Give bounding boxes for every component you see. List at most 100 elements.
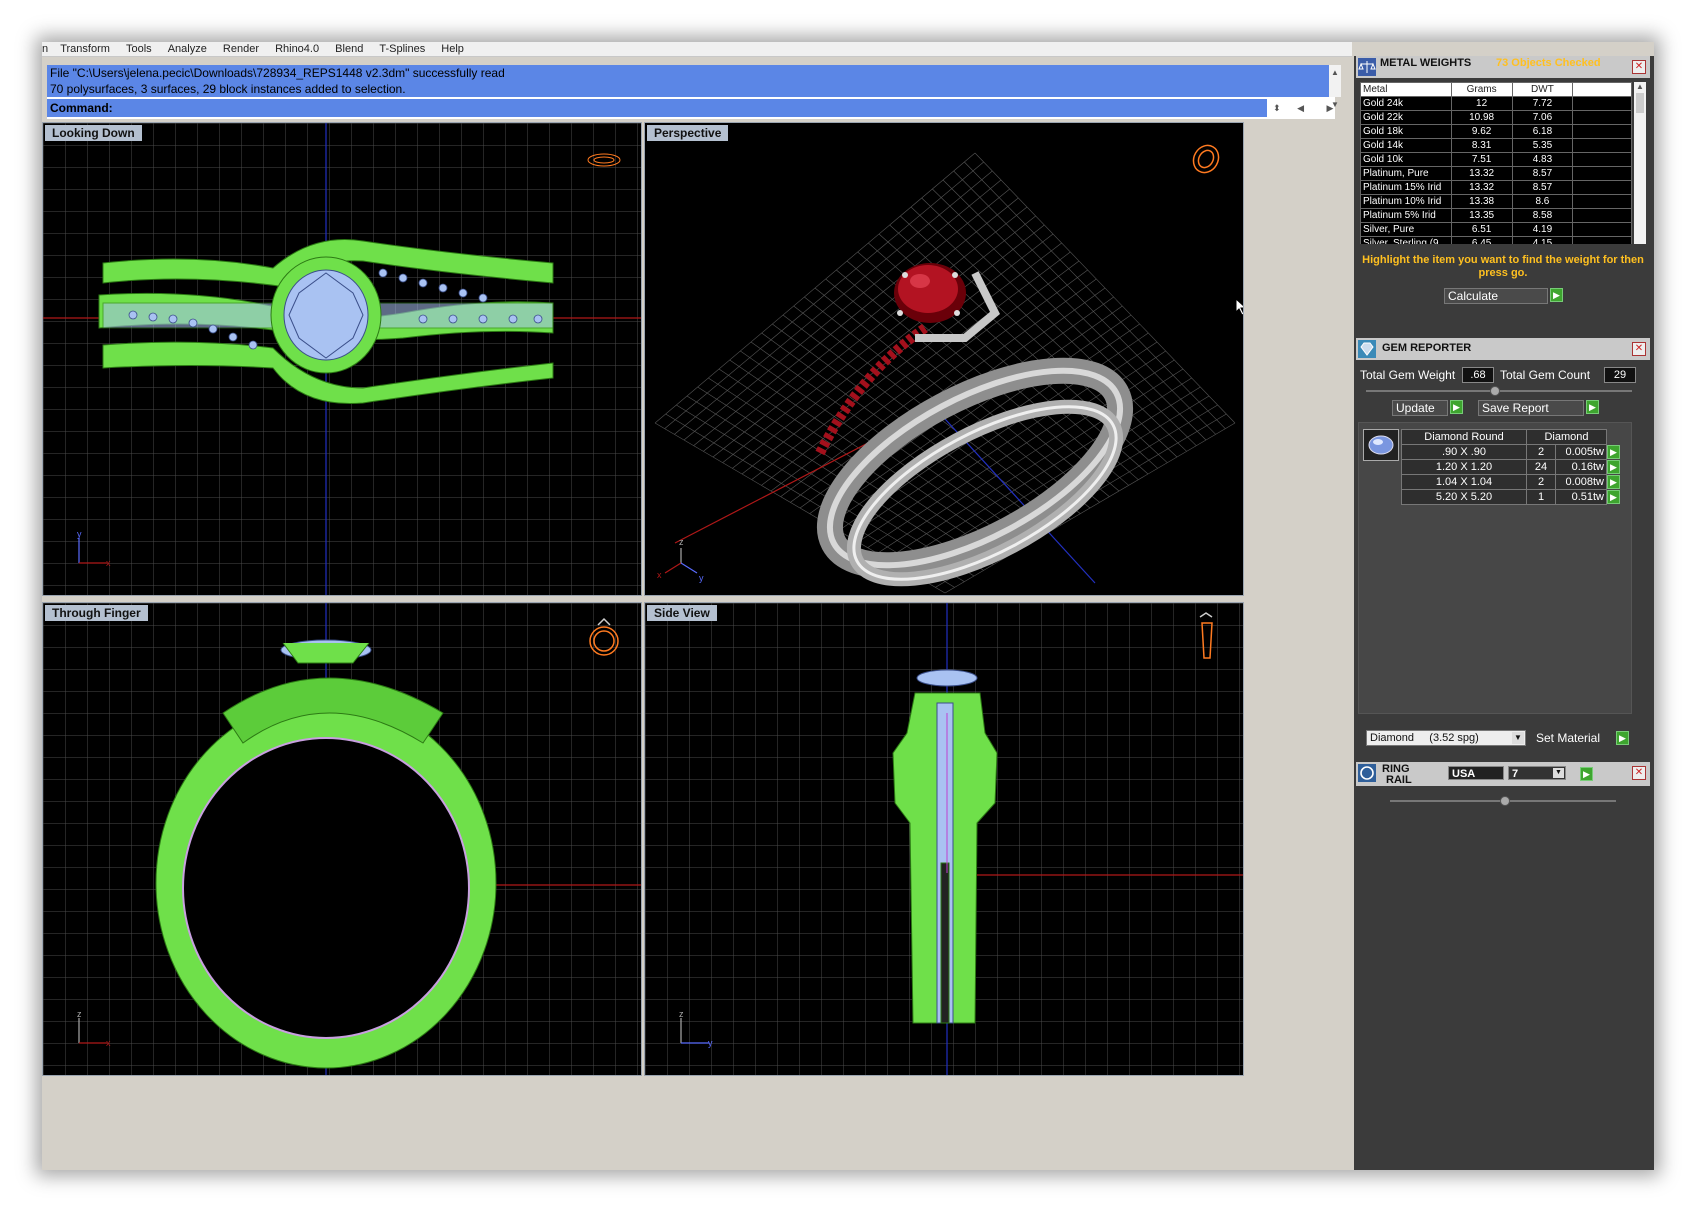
- viewport-through-finger[interactable]: z x Through Finger: [42, 602, 642, 1076]
- axis-y-label: y: [699, 573, 704, 583]
- metal-dwt: 7.06: [1511, 110, 1574, 125]
- metal-name: Platinum 5% Irid: [1360, 208, 1452, 223]
- material-select-value: Diamond (3.52 spg): [1370, 732, 1479, 744]
- metal-row[interactable]: Gold 24k 12 7.72: [1360, 96, 1632, 111]
- command-prompt: Command:: [50, 101, 113, 115]
- viewport-title-side-view[interactable]: Side View: [647, 605, 717, 621]
- metal-weights-table: Metal Grams DWT Gold 24k 12 7.72 Gold 22k 10…: [1360, 82, 1632, 244]
- chevron-down-icon[interactable]: ▼: [1512, 732, 1524, 744]
- close-icon[interactable]: ✕: [1632, 766, 1646, 780]
- gem-row[interactable]: 1.20 X 1.20 24 0.16tw ▶: [1401, 459, 1621, 475]
- play-icon: ▶: [1580, 767, 1593, 781]
- metal-grams: 13.32: [1450, 166, 1513, 181]
- history-scrollbar[interactable]: ▲ ▼: [1329, 65, 1341, 109]
- update-button[interactable]: Update: [1392, 400, 1448, 416]
- metal-row[interactable]: Gold 10k 7.51 4.83: [1360, 152, 1632, 167]
- viewport-title-through-finger[interactable]: Through Finger: [45, 605, 148, 621]
- total-gem-count-value: 29: [1604, 367, 1636, 383]
- play-icon: ▶: [1586, 400, 1599, 414]
- metal-row[interactable]: Platinum 15% Irid 13.32 8.57: [1360, 180, 1632, 195]
- gem-weight: 0.008tw: [1555, 474, 1607, 490]
- ring-rail-header: RING RAIL USA 7 ▼ ▶ ✕: [1356, 762, 1650, 786]
- viewport-perspective[interactable]: z x y Perspective: [644, 122, 1244, 596]
- metal-dwt: 8.58: [1511, 208, 1574, 223]
- menu-transform[interactable]: Transform: [60, 42, 110, 56]
- arrow-left-icon[interactable]: ◀: [1297, 103, 1304, 113]
- set-material-go-button[interactable]: ▶: [1616, 731, 1629, 745]
- gem-count: 2: [1526, 444, 1556, 460]
- spin-icon[interactable]: ⬍: [1273, 103, 1281, 113]
- set-material-label[interactable]: Set Material: [1536, 731, 1600, 745]
- viewport-perspective-canvas: z x y: [645, 123, 1243, 595]
- metal-row[interactable]: Platinum 10% Irid 13.38 8.6: [1360, 194, 1632, 209]
- play-icon: ▶: [1607, 490, 1620, 504]
- gem-row-go-button[interactable]: ▶: [1607, 445, 1621, 460]
- update-go-button[interactable]: ▶: [1450, 400, 1463, 414]
- menu-bar: n Transform Tools Analyze Render Rhino4.…: [42, 42, 1352, 57]
- objects-checked-status: 73 Objects Checked: [1496, 57, 1601, 69]
- menu-tsplines[interactable]: T-Splines: [379, 42, 425, 56]
- gem-row[interactable]: 1.04 X 1.04 2 0.008tw ▶: [1401, 474, 1621, 490]
- metal-name: Silver, Pure: [1360, 222, 1452, 237]
- gem-size: .90 X .90: [1401, 444, 1527, 460]
- metal-grams: 6.51: [1450, 222, 1513, 237]
- menu-tools[interactable]: Tools: [126, 42, 152, 56]
- history-line-1: File "C:\Users\jelena.pecic\Downloads\72…: [50, 66, 505, 80]
- gem-list-area: Diamond Round Diamond .90 X .90 2 0.005tw ▶…: [1358, 422, 1632, 714]
- gem-row-go-button[interactable]: ▶: [1607, 490, 1621, 505]
- col-dwt: DWT: [1511, 82, 1574, 97]
- metal-row[interactable]: Gold 22k 10.98 7.06: [1360, 110, 1632, 125]
- gem-row[interactable]: .90 X .90 2 0.005tw ▶: [1401, 444, 1621, 460]
- metal-row[interactable]: Gold 18k 9.62 6.18: [1360, 124, 1632, 139]
- material-select[interactable]: Diamond (3.52 spg) ▼: [1366, 730, 1526, 746]
- menu-render[interactable]: Render: [223, 42, 259, 56]
- gem-row[interactable]: 5.20 X 5.20 1 0.51tw ▶: [1401, 489, 1621, 505]
- metal-row[interactable]: Platinum, Pure 13.32 8.57: [1360, 166, 1632, 181]
- gem-row-go-button[interactable]: ▶: [1607, 460, 1621, 475]
- gem-icon: [1358, 340, 1376, 358]
- col-metal: Metal: [1360, 82, 1452, 97]
- ring-size-select[interactable]: 7 ▼: [1508, 766, 1566, 780]
- viewport-looking-down[interactable]: y x Looking Down: [42, 122, 642, 596]
- menu-analyze[interactable]: Analyze: [168, 42, 207, 56]
- metal-table-scrollbar[interactable]: ▲: [1634, 82, 1646, 244]
- gem-row-go-button[interactable]: ▶: [1607, 475, 1621, 490]
- total-gem-count-label: Total Gem Count: [1500, 368, 1591, 382]
- ring-rail-go-button[interactable]: ▶: [1580, 767, 1593, 781]
- save-report-go-button[interactable]: ▶: [1586, 400, 1599, 414]
- metal-grams: 12: [1450, 96, 1513, 111]
- ring-size-region[interactable]: USA: [1448, 766, 1504, 780]
- metal-row[interactable]: Platinum 5% Irid 13.35 8.58: [1360, 208, 1632, 223]
- metal-grams: 9.62: [1450, 124, 1513, 139]
- chevron-down-icon[interactable]: ▼: [1553, 768, 1564, 778]
- metal-name: Gold 10k: [1360, 152, 1452, 167]
- save-report-button[interactable]: Save Report: [1478, 400, 1584, 416]
- round-diamond-icon[interactable]: [1363, 429, 1399, 461]
- metal-row[interactable]: Gold 14k 8.31 5.35: [1360, 138, 1632, 153]
- viewport-title-perspective[interactable]: Perspective: [647, 125, 729, 141]
- calculate-go-button[interactable]: ▶: [1550, 288, 1563, 302]
- gem-slider-knob[interactable]: [1490, 386, 1500, 396]
- metal-row[interactable]: Silver, Pure 6.51 4.19: [1360, 222, 1632, 237]
- viewport-title-looking-down[interactable]: Looking Down: [45, 125, 142, 141]
- ring-rail-slider-knob[interactable]: [1500, 796, 1510, 806]
- close-icon[interactable]: ✕: [1632, 60, 1646, 74]
- close-icon[interactable]: ✕: [1632, 342, 1646, 356]
- viewport-front-canvas: z x: [43, 603, 641, 1075]
- menu-help[interactable]: Help: [441, 42, 464, 56]
- menu-rhino4[interactable]: Rhino4.0: [275, 42, 319, 56]
- calculate-label: Calculate: [1448, 289, 1499, 303]
- command-input[interactable]: Command:: [47, 99, 1267, 117]
- axis-x-label: x: [657, 570, 662, 580]
- metal-grams: 13.35: [1450, 208, 1513, 223]
- history-line-2: 70 polysurfaces, 3 surfaces, 29 block in…: [50, 82, 406, 96]
- arrow-right-icon[interactable]: ▶: [1327, 103, 1334, 113]
- metal-weights-instructions: Highlight the item you want to find the …: [1362, 254, 1644, 279]
- gem-count: 2: [1526, 474, 1556, 490]
- metal-grams: 13.38: [1450, 194, 1513, 209]
- viewport-side-view[interactable]: z y Side View: [644, 602, 1244, 1076]
- calculate-button[interactable]: Calculate: [1444, 288, 1548, 304]
- metal-row[interactable]: Silver, Sterling (9... 6.45 4.15: [1360, 236, 1632, 244]
- menu-blend[interactable]: Blend: [335, 42, 363, 56]
- metal-dwt: 7.72: [1511, 96, 1574, 111]
